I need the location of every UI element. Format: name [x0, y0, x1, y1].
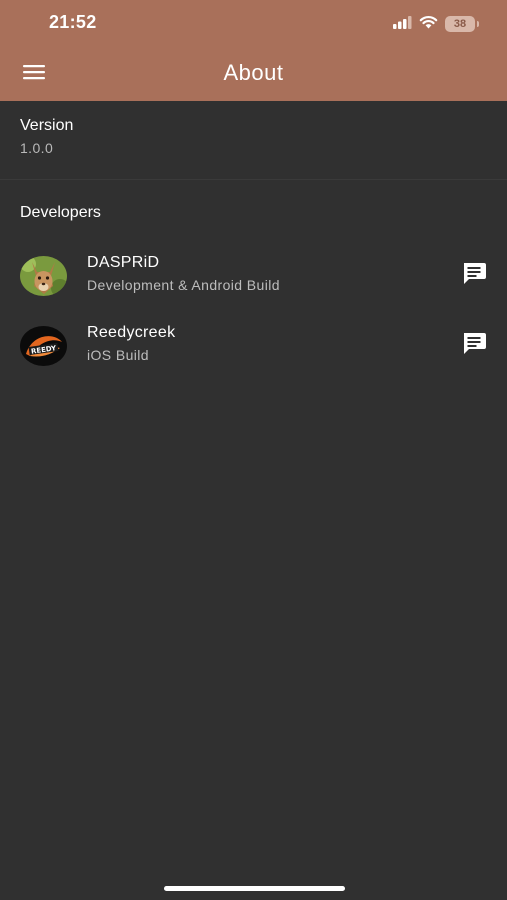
signal-icon: [393, 15, 412, 34]
version-section: Version 1.0.0: [0, 101, 507, 180]
developer-name: Reedycreek: [87, 324, 176, 341]
developer-name: DASPRiD: [87, 254, 160, 271]
message-icon: [461, 331, 487, 360]
developer-item-daspid[interactable]: DASPRiD Development & Android Build: [0, 250, 507, 310]
developer-item-reedycreek[interactable]: REEDY Reedycreek iOS Build: [0, 320, 507, 380]
status-icons: 38: [393, 15, 479, 34]
page-title: About: [223, 60, 284, 85]
wifi-icon: [419, 15, 438, 34]
message-button[interactable]: [458, 260, 490, 290]
about-screen: 21:52 38 About Version 1.0.0 Developers …: [0, 0, 507, 900]
developer-role: Development & Android Build: [87, 277, 280, 293]
app-bar: 21:52 38 About: [0, 0, 507, 101]
battery-icon: 38: [445, 16, 479, 32]
status-time: 21:52: [49, 12, 97, 32]
home-indicator[interactable]: [164, 886, 345, 891]
version-label: Version: [20, 117, 74, 134]
message-button[interactable]: [458, 330, 490, 360]
avatar: [20, 256, 67, 296]
message-icon: [461, 261, 487, 290]
developer-role: iOS Build: [87, 347, 149, 363]
avatar: REEDY: [20, 326, 67, 366]
version-value: 1.0.0: [20, 140, 54, 156]
developers-header: Developers: [20, 204, 101, 221]
